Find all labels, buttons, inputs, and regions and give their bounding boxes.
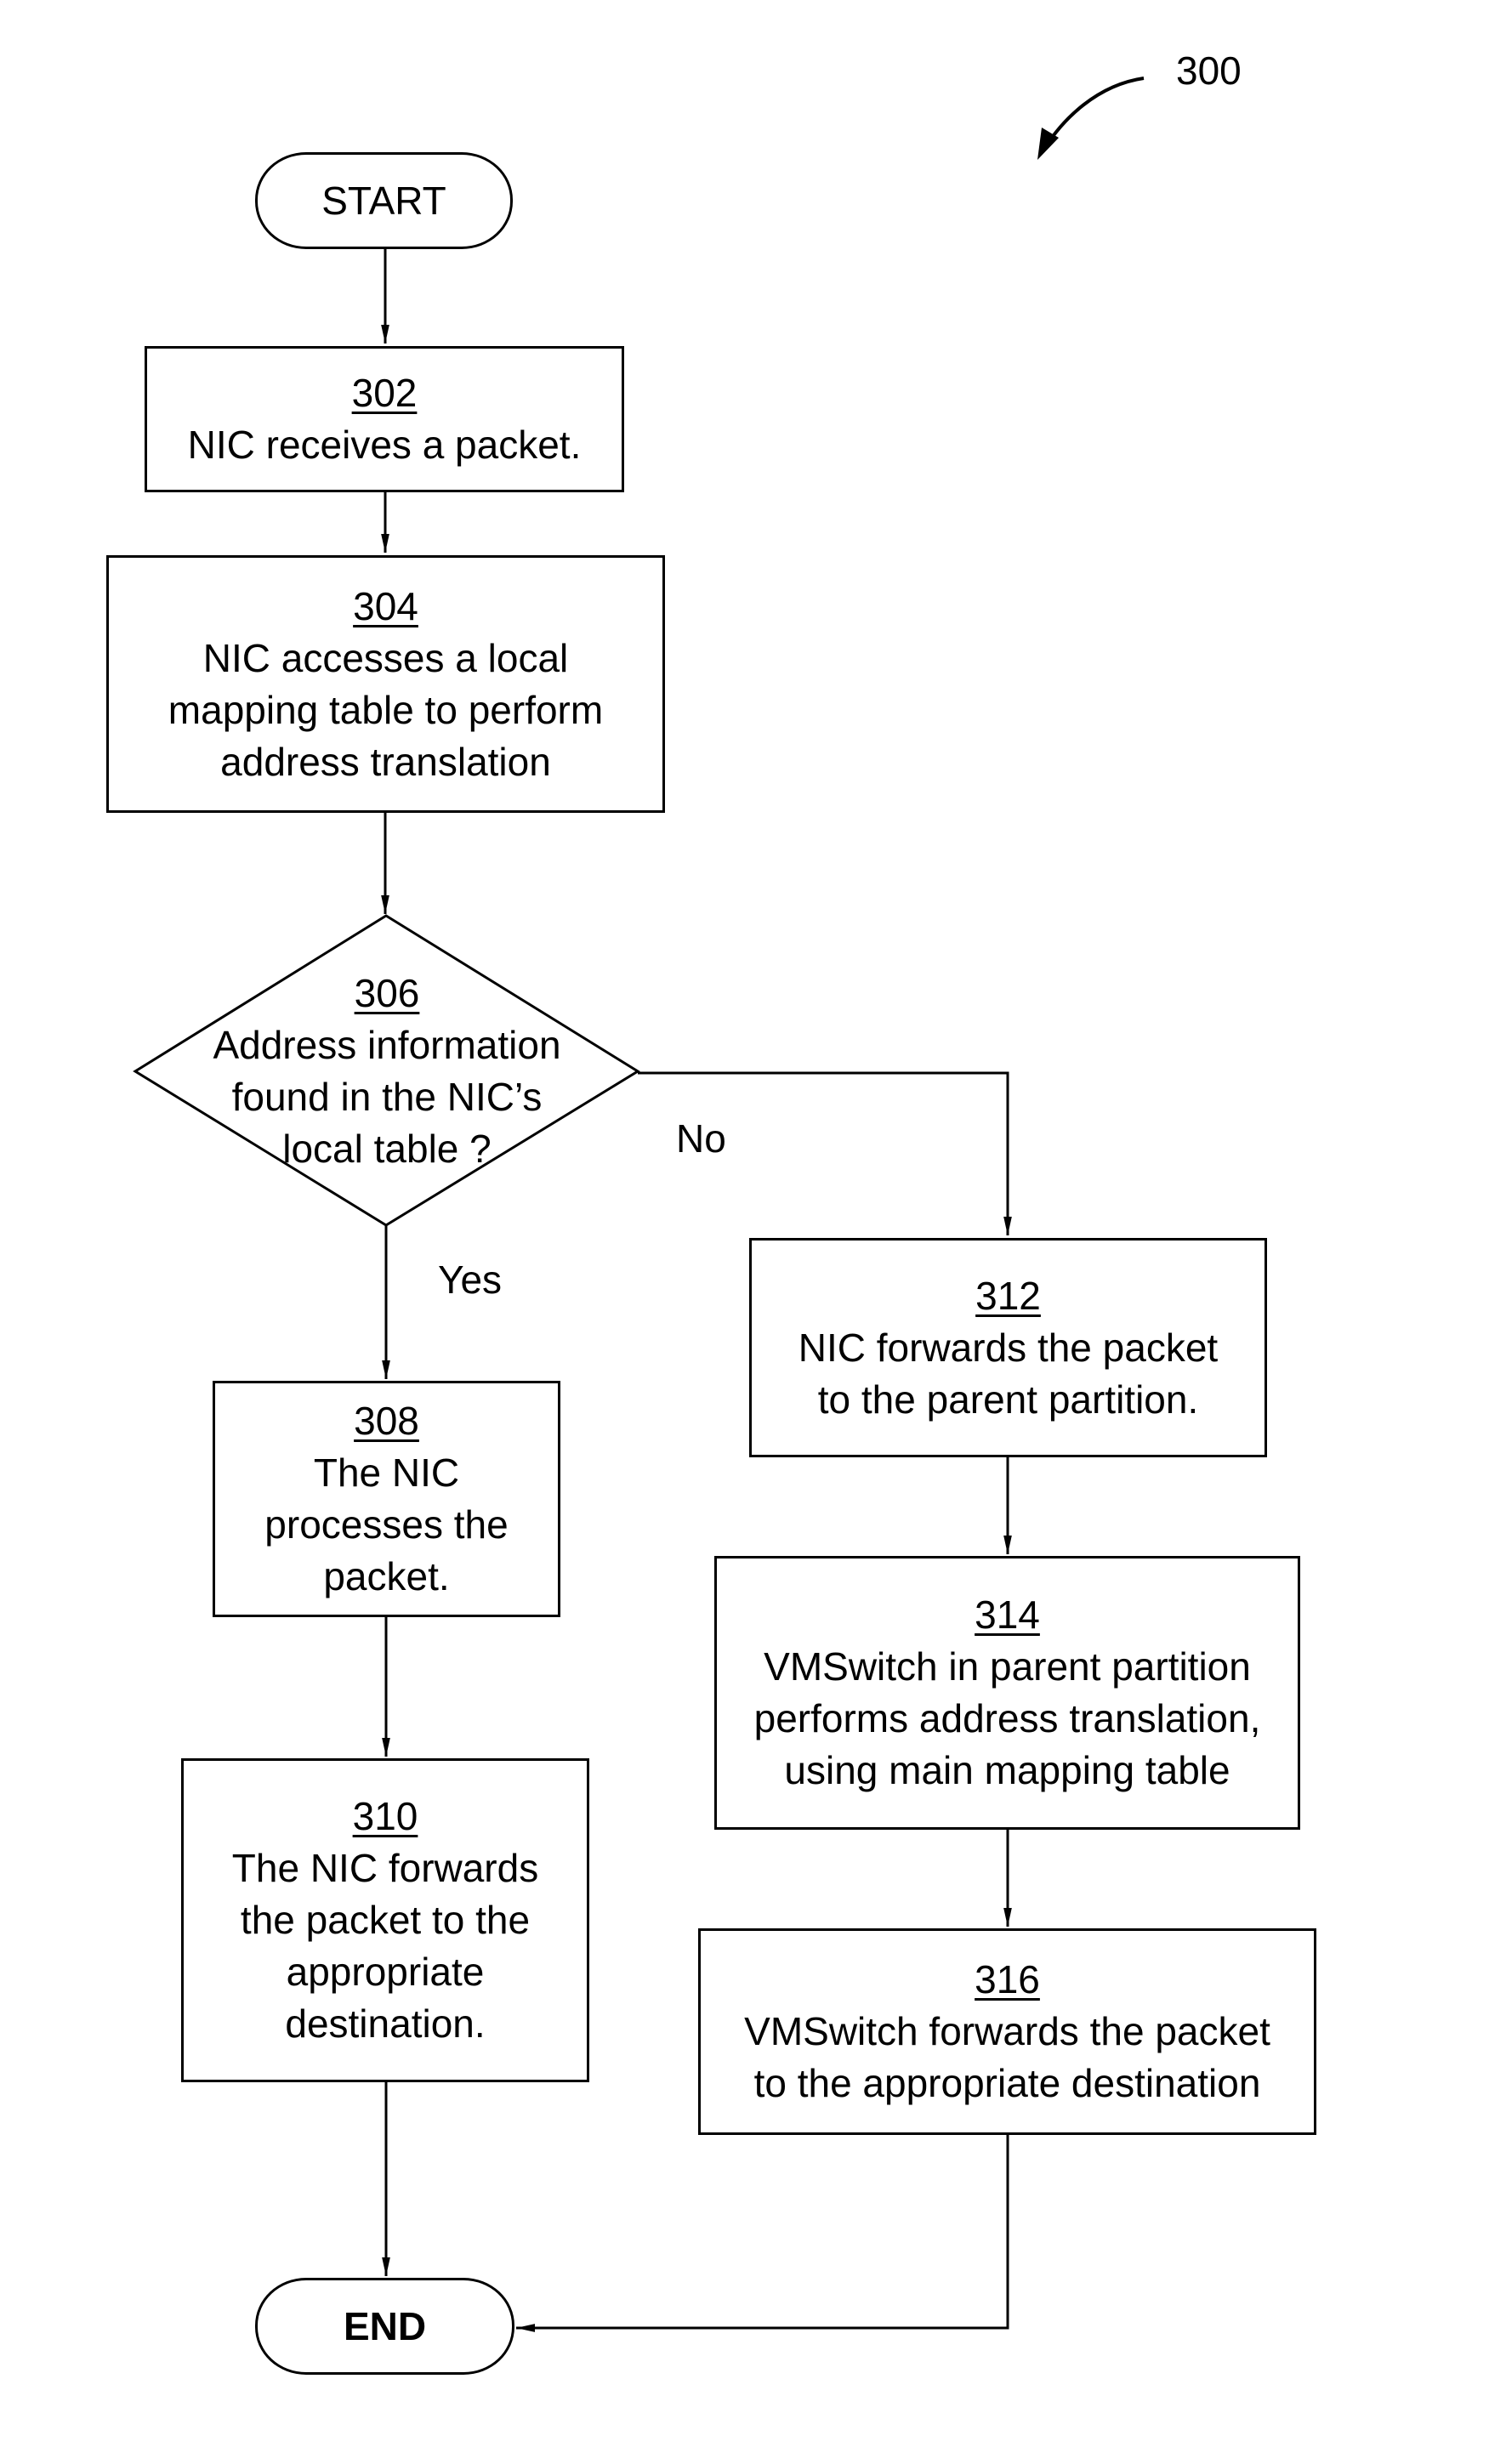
start-label: START — [321, 178, 446, 223]
step-316-number: 316 — [975, 1957, 1040, 2001]
step-312-text-1: NIC forwards the packet — [798, 1325, 1219, 1370]
step-308-text-1: The NIC — [313, 1451, 460, 1495]
step-308: 308 The NIC processes the packet. — [213, 1381, 560, 1617]
step-304-number: 304 — [353, 583, 418, 628]
step-316-text-1: VMSwitch forwards the packet — [744, 2009, 1270, 2053]
step-314-text-3: using main mapping table — [784, 1748, 1230, 1792]
step-302-number: 302 — [351, 371, 418, 415]
step-312: 312 NIC forwards the packet to the paren… — [749, 1238, 1267, 1457]
step-306-text-2: found in the NIC’s — [231, 1075, 543, 1119]
step-306-number: 306 — [354, 971, 420, 1015]
step-316: 316 VMSwitch forwards the packet to the … — [698, 1928, 1316, 2135]
branch-yes-label: Yes — [438, 1258, 503, 1302]
step-316-text-2: to the appropriate destination — [753, 2061, 1261, 2105]
end-label: END — [343, 2303, 427, 2348]
step-302: 302 NIC receives a packet. — [145, 346, 624, 492]
step-304-text-2: mapping table to perform — [168, 687, 604, 732]
step-302-text: NIC receives a packet. — [187, 423, 582, 467]
end-terminal: END — [255, 2278, 514, 2375]
step-314-text-1: VMSwitch in parent partition — [764, 1644, 1251, 1689]
step-312-text-2: to the parent partition. — [817, 1377, 1199, 1422]
step-310: 310 The NIC forwards the packet to the a… — [181, 1758, 589, 2082]
step-306-decision: 306 Address information found in the NIC… — [187, 961, 587, 1182]
step-314-number: 314 — [975, 1593, 1040, 1637]
step-308-text-3: packet. — [323, 1554, 450, 1598]
step-306-text-3: local table ? — [282, 1127, 492, 1171]
step-310-text-3: appropriate — [286, 1950, 485, 1994]
step-314: 314 VMSwitch in parent partition perform… — [714, 1556, 1300, 1830]
step-306-text-1: Address information — [213, 1023, 561, 1067]
step-310-text-2: the packet to the — [240, 1898, 531, 1942]
figure-number: 300 — [1176, 48, 1242, 93]
step-310-text-4: destination. — [285, 2001, 486, 2046]
step-304-text-1: NIC accesses a local — [202, 635, 569, 680]
start-terminal: START — [255, 152, 513, 249]
step-304-text-3: address translation — [220, 739, 551, 784]
step-310-text-1: The NIC forwards — [231, 1846, 539, 1890]
step-308-text-2: processes the — [264, 1502, 509, 1547]
branch-no-label: No — [676, 1116, 726, 1161]
step-312-number: 312 — [975, 1273, 1041, 1318]
figure-ref-arrow — [1043, 77, 1145, 150]
arrow-316-end — [516, 2135, 1009, 2332]
step-314-text-2: performs address translation, — [753, 1696, 1261, 1740]
step-308-number: 308 — [354, 1399, 419, 1443]
step-304: 304 NIC accesses a local mapping table t… — [106, 555, 665, 813]
step-310-number: 310 — [352, 1794, 418, 1838]
